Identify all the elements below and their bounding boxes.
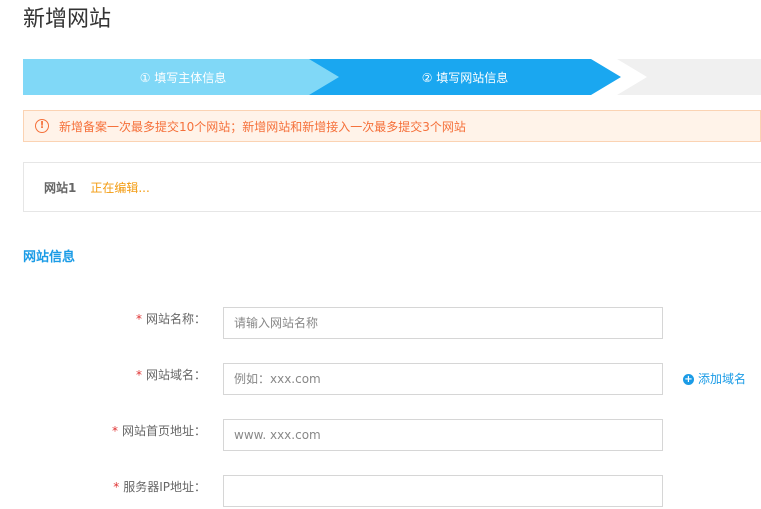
site-name-label: * 网站名称： xyxy=(135,312,206,326)
warning-icon: ! xyxy=(35,119,49,133)
form-row-domain: *网站域名： + 添加域名 xyxy=(0,363,761,395)
domain-input[interactable] xyxy=(223,363,663,395)
form-row-server-ip: * 服务器IP地址： xyxy=(0,475,761,507)
section-title-site-info: 网站信息 xyxy=(23,250,76,265)
step-fill-site-info[interactable]: ② 填写网站信息 xyxy=(309,59,621,95)
homepage-label: * 网站首页地址： xyxy=(111,424,206,438)
required-mark: * xyxy=(113,480,120,494)
site-name-input[interactable] xyxy=(223,307,663,339)
site-tabs-box: 网站1 正在编辑... xyxy=(23,162,761,212)
form-row-site-name: * 网站名称： xyxy=(0,307,761,339)
server-ip-label: * 服务器IP地址： xyxy=(113,480,206,494)
required-mark: * xyxy=(135,312,142,326)
required-mark: * xyxy=(111,424,118,438)
required-mark: * xyxy=(135,368,142,382)
plus-circle-icon: + xyxy=(683,373,694,385)
step-fill-subject-info[interactable]: ① 填写主体信息 xyxy=(23,59,343,95)
page-title: 新增网站 xyxy=(23,7,112,32)
progress-steps: ① 填写主体信息 ② 填写网站信息 ③ 上 xyxy=(23,59,761,95)
page: 新增网站 ① 填写主体信息 ② 填写网站信息 ③ 上 ! 新增备案一次最多提交1… xyxy=(0,0,761,509)
add-domain-label: 添加域名 xyxy=(698,372,747,386)
site-tab-1[interactable]: 网站1 xyxy=(44,179,76,196)
notice-text: 新增备案一次最多提交10个网站；新增网站和新增接入一次最多提交3个网站 xyxy=(59,119,466,134)
notice-banner: ! 新增备案一次最多提交10个网站；新增网站和新增接入一次最多提交3个网站 xyxy=(23,110,761,142)
form-row-homepage: * 网站首页地址： xyxy=(0,419,761,451)
homepage-input[interactable] xyxy=(223,419,663,451)
domain-label: * 网站域名： xyxy=(135,368,206,382)
add-domain-button[interactable]: + 添加域名 xyxy=(683,363,746,395)
site-editing-status: 正在编辑... xyxy=(90,180,150,195)
step-upload[interactable]: ③ 上 xyxy=(617,59,761,95)
server-ip-input[interactable] xyxy=(223,475,663,507)
